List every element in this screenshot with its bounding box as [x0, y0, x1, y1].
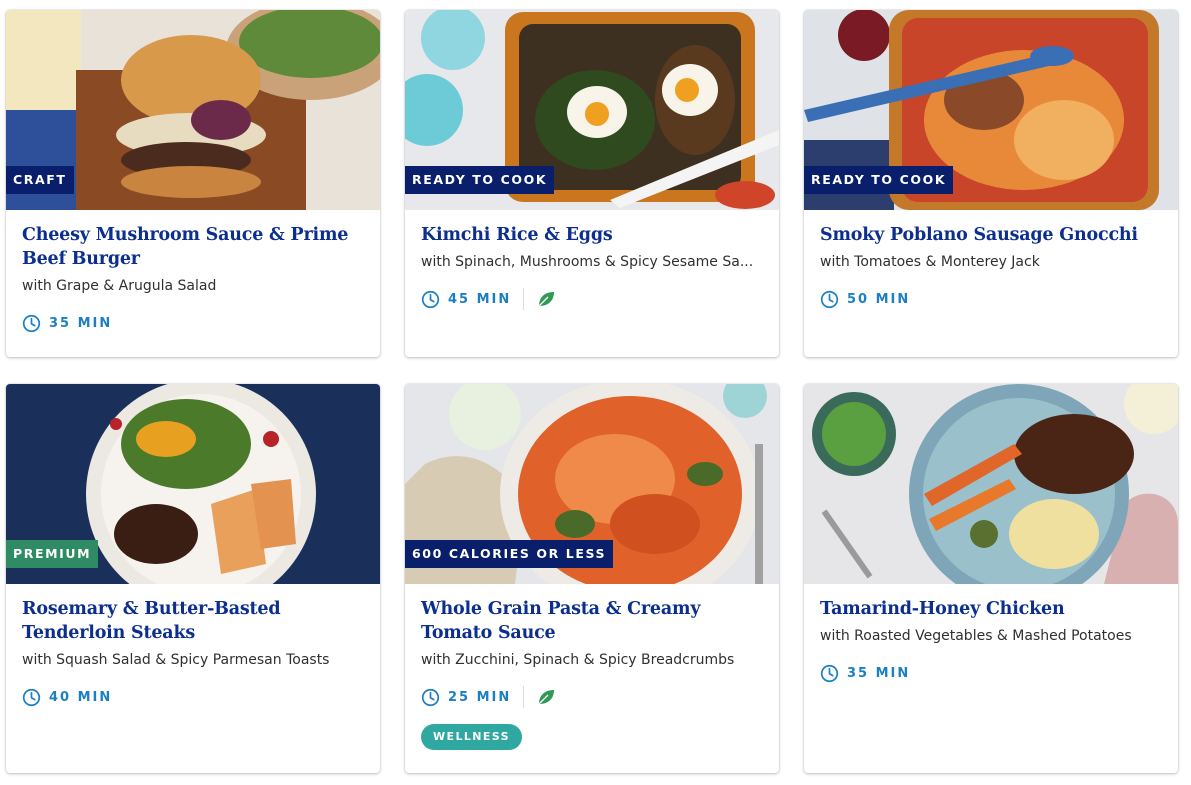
- recipe-photo[interactable]: [804, 384, 1178, 584]
- recipe-subtitle: with Roasted Vegetables & Mashed Potatoe…: [820, 628, 1132, 644]
- recipe-card-chicken[interactable]: Tamarind-Honey Chicken with Roasted Vege…: [804, 384, 1178, 773]
- recipe-title[interactable]: Tamarind-Honey Chicken: [820, 597, 1162, 621]
- recipe-meta: 40 MIN: [22, 686, 364, 708]
- clock-icon: [421, 290, 440, 309]
- recipe-photo[interactable]: READY TO COOK: [405, 10, 779, 210]
- clock-icon: [421, 688, 440, 707]
- recipe-tag: CRAFT: [6, 166, 74, 194]
- recipe-meta: 50 MIN: [820, 288, 1162, 310]
- recipe-card-pasta[interactable]: 600 CALORIES OR LESS Whole Grain Pasta &…: [405, 384, 779, 773]
- recipe-title[interactable]: Kimchi Rice & Eggs: [421, 223, 763, 247]
- meta-divider: [523, 288, 525, 310]
- recipe-photo[interactable]: 600 CALORIES OR LESS: [405, 384, 779, 584]
- recipe-photo[interactable]: CRAFT: [6, 10, 380, 210]
- recipe-subtitle: with Squash Salad & Spicy Parmesan Toast…: [22, 652, 330, 668]
- recipe-title[interactable]: Rosemary & Butter-Basted Tenderloin Stea…: [22, 597, 364, 645]
- recipe-meta: 35 MIN: [820, 662, 1162, 684]
- recipe-subtitle: with Tomatoes & Monterey Jack: [820, 254, 1040, 270]
- cook-time: 40 MIN: [49, 689, 113, 705]
- recipe-title[interactable]: Smoky Poblano Sausage Gnocchi: [820, 223, 1162, 247]
- leaf-icon: [536, 687, 556, 707]
- recipe-tag: 600 CALORIES OR LESS: [405, 540, 614, 568]
- recipe-title[interactable]: Cheesy Mushroom Sauce & Prime Beef Burge…: [22, 223, 364, 271]
- recipe-card-kimchi[interactable]: READY TO COOK Kimchi Rice & Eggs with Sp…: [405, 10, 779, 357]
- cook-time: 45 MIN: [448, 291, 512, 307]
- recipe-card-burger[interactable]: CRAFT Cheesy Mushroom Sauce & Prime Beef…: [6, 10, 380, 357]
- recipe-card-steaks[interactable]: PREMIUM Rosemary & Butter-Basted Tenderl…: [6, 384, 380, 773]
- recipe-meta: 45 MIN: [421, 288, 763, 310]
- cook-time: 25 MIN: [448, 689, 512, 705]
- recipe-card-gnocchi[interactable]: READY TO COOK Smoky Poblano Sausage Gnoc…: [804, 10, 1178, 357]
- clock-icon: [22, 688, 41, 707]
- recipe-subtitle: with Zucchini, Spinach & Spicy Breadcrum…: [421, 652, 735, 668]
- clock-icon: [820, 664, 839, 683]
- leaf-icon: [536, 289, 556, 309]
- recipe-tag: READY TO COOK: [405, 166, 555, 194]
- wellness-badge: WELLNESS: [421, 724, 522, 750]
- recipe-tag: PREMIUM: [6, 540, 99, 568]
- recipe-subtitle: with Spinach, Mushrooms & Spicy Sesame S…: [421, 254, 754, 270]
- clock-icon: [22, 314, 41, 333]
- recipe-photo[interactable]: PREMIUM: [6, 384, 380, 584]
- recipe-meta: 25 MIN: [421, 686, 763, 708]
- clock-icon: [820, 290, 839, 309]
- recipe-tag: READY TO COOK: [804, 166, 954, 194]
- recipe-photo[interactable]: READY TO COOK: [804, 10, 1178, 210]
- cook-time: 35 MIN: [847, 665, 911, 681]
- cook-time: 35 MIN: [49, 315, 113, 331]
- cook-time: 50 MIN: [847, 291, 911, 307]
- meta-divider: [523, 686, 525, 708]
- recipe-title[interactable]: Whole Grain Pasta & Creamy Tomato Sauce: [421, 597, 763, 645]
- recipe-meta: 35 MIN: [22, 312, 364, 334]
- recipe-subtitle: with Grape & Arugula Salad: [22, 278, 217, 294]
